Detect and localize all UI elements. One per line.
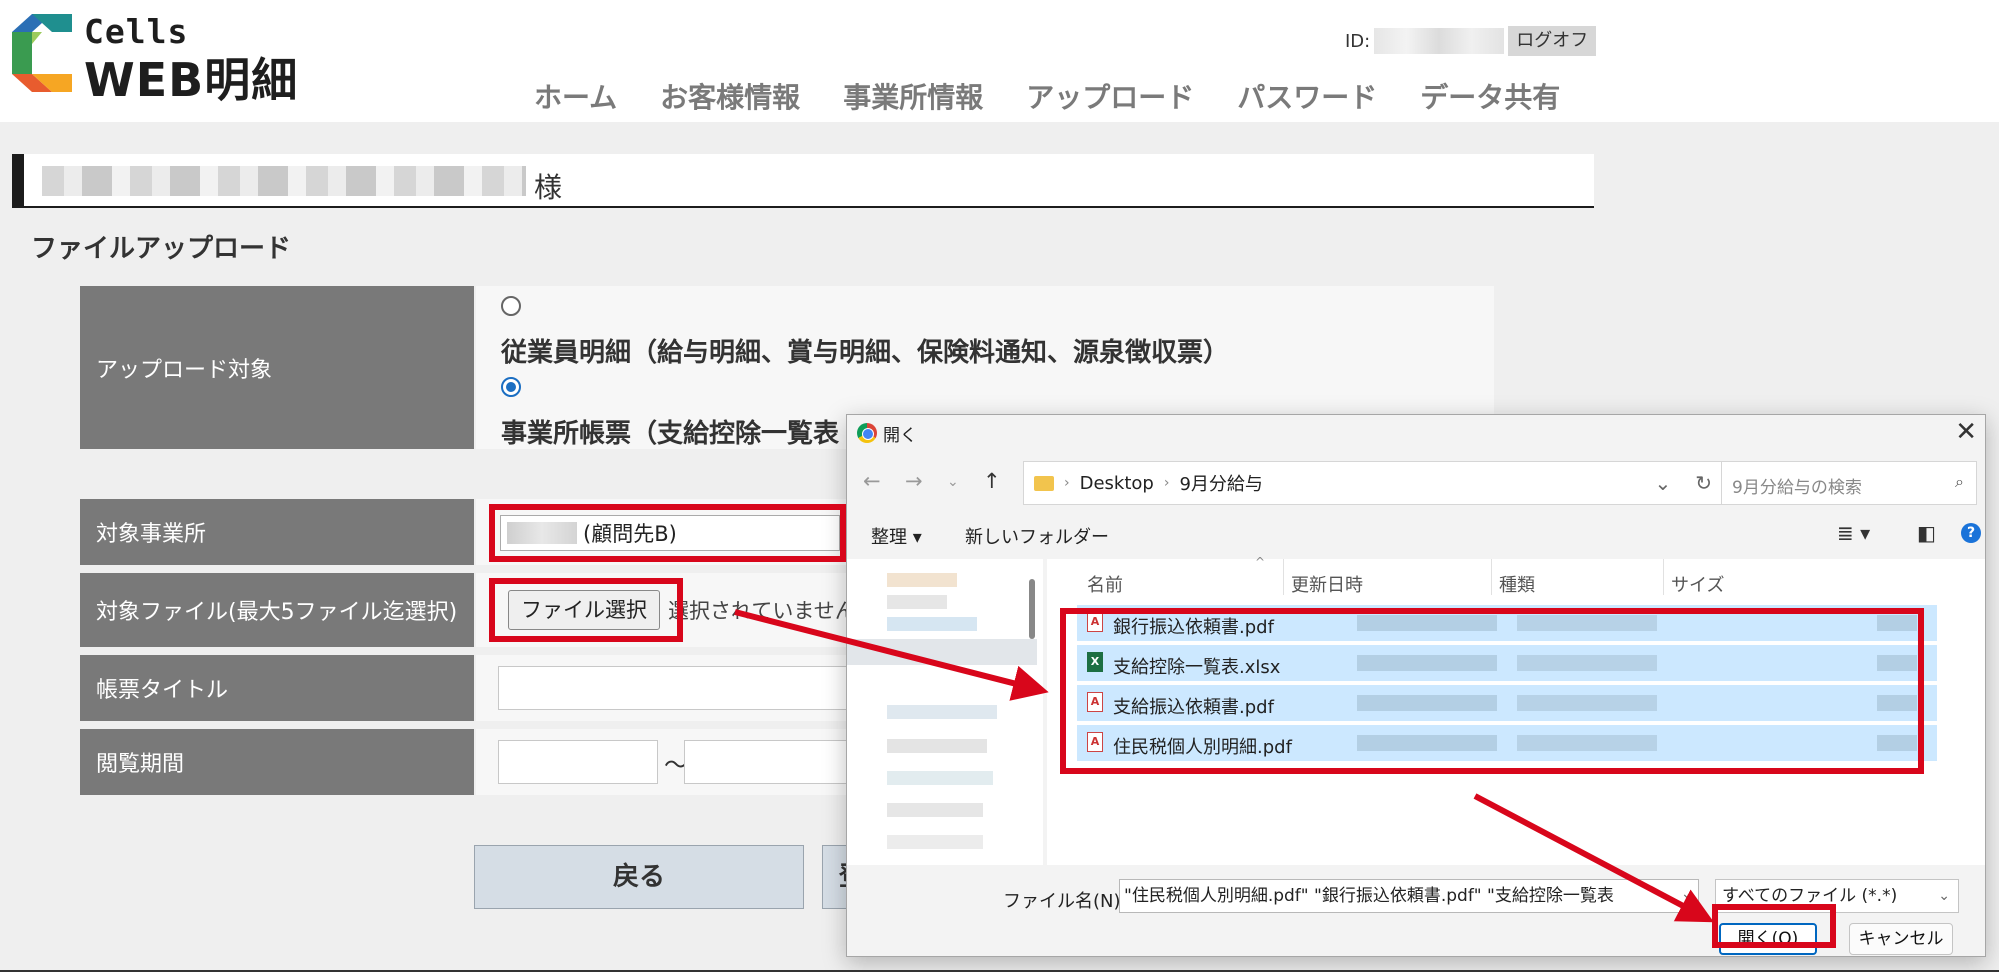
dialog-title: 開く — [883, 425, 917, 446]
page-title: ファイルアップロード — [31, 234, 292, 264]
nav-home[interactable]: ホーム — [534, 76, 617, 116]
sort-caret-icon: ^ — [1255, 555, 1266, 569]
column-size[interactable]: サイズ — [1671, 571, 1724, 597]
dialog-titlebar: 開く ✕ — [847, 415, 1985, 451]
back-arrow-icon[interactable]: ← — [863, 469, 881, 493]
search-icon: ⌕ — [1955, 472, 1964, 491]
highlight-office-select — [489, 504, 846, 562]
nav-customer-info[interactable]: お客様情報 — [660, 76, 800, 116]
close-icon[interactable]: ✕ — [1955, 417, 1977, 447]
chrome-icon — [857, 423, 877, 443]
file-label: 対象ファイル(最大5ファイル迄選択) — [80, 573, 474, 647]
user-id-area: ID: ログオフ — [1345, 26, 1597, 56]
address-bar[interactable]: › Desktop › 9月分給与 ⌄ ↻ — [1023, 461, 1723, 505]
column-divider — [1491, 559, 1492, 595]
file-status-text: 選択されていません — [668, 599, 856, 623]
organize-menu[interactable]: 整理 ▾ — [871, 523, 922, 549]
history-chevron-icon[interactable]: ⌄ — [947, 474, 959, 490]
column-type[interactable]: 種類 — [1499, 571, 1535, 597]
view-period-label: 閲覧期間 — [80, 729, 474, 795]
cells-logo-icon — [12, 14, 72, 92]
nav-item-redacted[interactable] — [887, 573, 957, 587]
report-title-input[interactable] — [498, 666, 898, 710]
search-placeholder: 9月分給与の検索 — [1732, 478, 1862, 498]
forward-arrow-icon[interactable]: → — [905, 469, 923, 493]
nav-item-redacted[interactable] — [887, 739, 987, 753]
help-icon[interactable]: ? — [1961, 523, 1981, 543]
nav-item-redacted[interactable] — [887, 803, 983, 817]
breadcrumb-separator-icon: › — [1163, 475, 1170, 491]
highlight-open-button — [1712, 904, 1836, 948]
nav-data-share[interactable]: データ共有 — [1420, 76, 1560, 116]
filename-input[interactable]: "住民税個人別明細.pdf" "銀行振込依頼書.pdf" "支給控除一覧表 — [1119, 879, 1699, 913]
site-header: Cells WEB明細 ID: ログオフ ホーム お客様情報 事業所情報 アップ… — [0, 0, 1999, 122]
filetype-dropdown-icon: ⌄ — [1938, 888, 1950, 904]
breadcrumb-folder[interactable]: 9月分給与 — [1179, 470, 1262, 496]
period-start-input[interactable] — [498, 740, 658, 784]
customer-honorific: 様 — [534, 171, 563, 204]
option-office-reports: 事業所帳票（支給控除一覧表 — [501, 419, 840, 449]
refresh-icon[interactable]: ↻ — [1695, 471, 1712, 495]
search-input[interactable]: 9月分給与の検索 ⌕ — [1721, 461, 1977, 505]
nav-office-info[interactable]: 事業所情報 — [843, 76, 983, 116]
nav-item-redacted[interactable] — [887, 595, 947, 609]
nav-item-redacted[interactable] — [887, 617, 977, 631]
upload-target-label: アップロード対象 — [80, 286, 474, 449]
organize-label: 整理 — [871, 527, 907, 548]
view-options-icon[interactable]: ≣ ▾ — [1837, 521, 1870, 545]
filename-label: ファイル名(N): — [1003, 891, 1127, 912]
user-id-redacted — [1374, 28, 1505, 54]
radio-office-reports[interactable] — [501, 377, 521, 397]
nav-item-redacted[interactable] — [887, 835, 983, 849]
preview-pane-icon[interactable]: ◧ — [1917, 521, 1936, 545]
dialog-toolbar: 整理 ▾ 新しいフォルダー ≣ ▾ ◧ ? — [847, 513, 1985, 557]
nav-item-redacted[interactable] — [887, 771, 993, 785]
main-nav: ホーム お客様情報 事業所情報 アップロード パスワード データ共有 — [534, 76, 1560, 116]
new-folder-button[interactable]: 新しいフォルダー — [965, 523, 1109, 549]
folder-icon — [1034, 475, 1054, 491]
logo-title-main: WEB明細 — [84, 53, 299, 107]
filetype-value: すべてのファイル (*.*) — [1722, 886, 1898, 906]
column-modified[interactable]: 更新日時 — [1291, 571, 1363, 597]
up-arrow-icon[interactable]: ↑ — [983, 469, 1001, 493]
navigation-pane-redacted — [847, 559, 1043, 865]
radio-employee-statements[interactable] — [501, 296, 521, 316]
column-divider — [1283, 559, 1284, 595]
customer-name-redacted — [42, 166, 526, 196]
nav-item-redacted[interactable] — [887, 705, 997, 719]
nav-upload[interactable]: アップロード — [1026, 76, 1194, 116]
logoff-button[interactable]: ログオフ — [1508, 26, 1597, 56]
office-label: 対象事業所 — [80, 499, 474, 565]
cancel-button[interactable]: キャンセル — [1849, 923, 1953, 955]
dialog-nav-row: ← → ⌄ ↑ › Desktop › 9月分給与 ⌄ ↻ 9月分給与の検索 ⌕ — [847, 457, 1985, 507]
nav-password[interactable]: パスワード — [1237, 76, 1377, 116]
column-name[interactable]: 名前 — [1087, 571, 1123, 597]
column-divider — [1663, 559, 1664, 595]
back-button[interactable]: 戻る — [474, 845, 804, 909]
highlight-file-list — [1060, 608, 1924, 774]
option-employee-statements: 従業員明細（給与明細、賞与明細、保険料通知、源泉徴収票） — [501, 338, 1230, 368]
breadcrumb-desktop[interactable]: Desktop — [1080, 473, 1154, 494]
customer-name-bar: 様 — [12, 154, 1594, 208]
address-dropdown-icon[interactable]: ⌄ — [1654, 471, 1671, 495]
report-title-label: 帳票タイトル — [80, 655, 474, 721]
breadcrumb-separator-icon: › — [1064, 475, 1070, 491]
filename-dropdown-icon[interactable]: ⌄ — [1681, 886, 1693, 902]
highlight-file-button — [489, 578, 683, 642]
nav-item-selected-redacted[interactable] — [847, 639, 1037, 665]
nav-pane-scrollbar[interactable] — [1029, 579, 1035, 639]
id-label: ID: — [1345, 30, 1371, 52]
